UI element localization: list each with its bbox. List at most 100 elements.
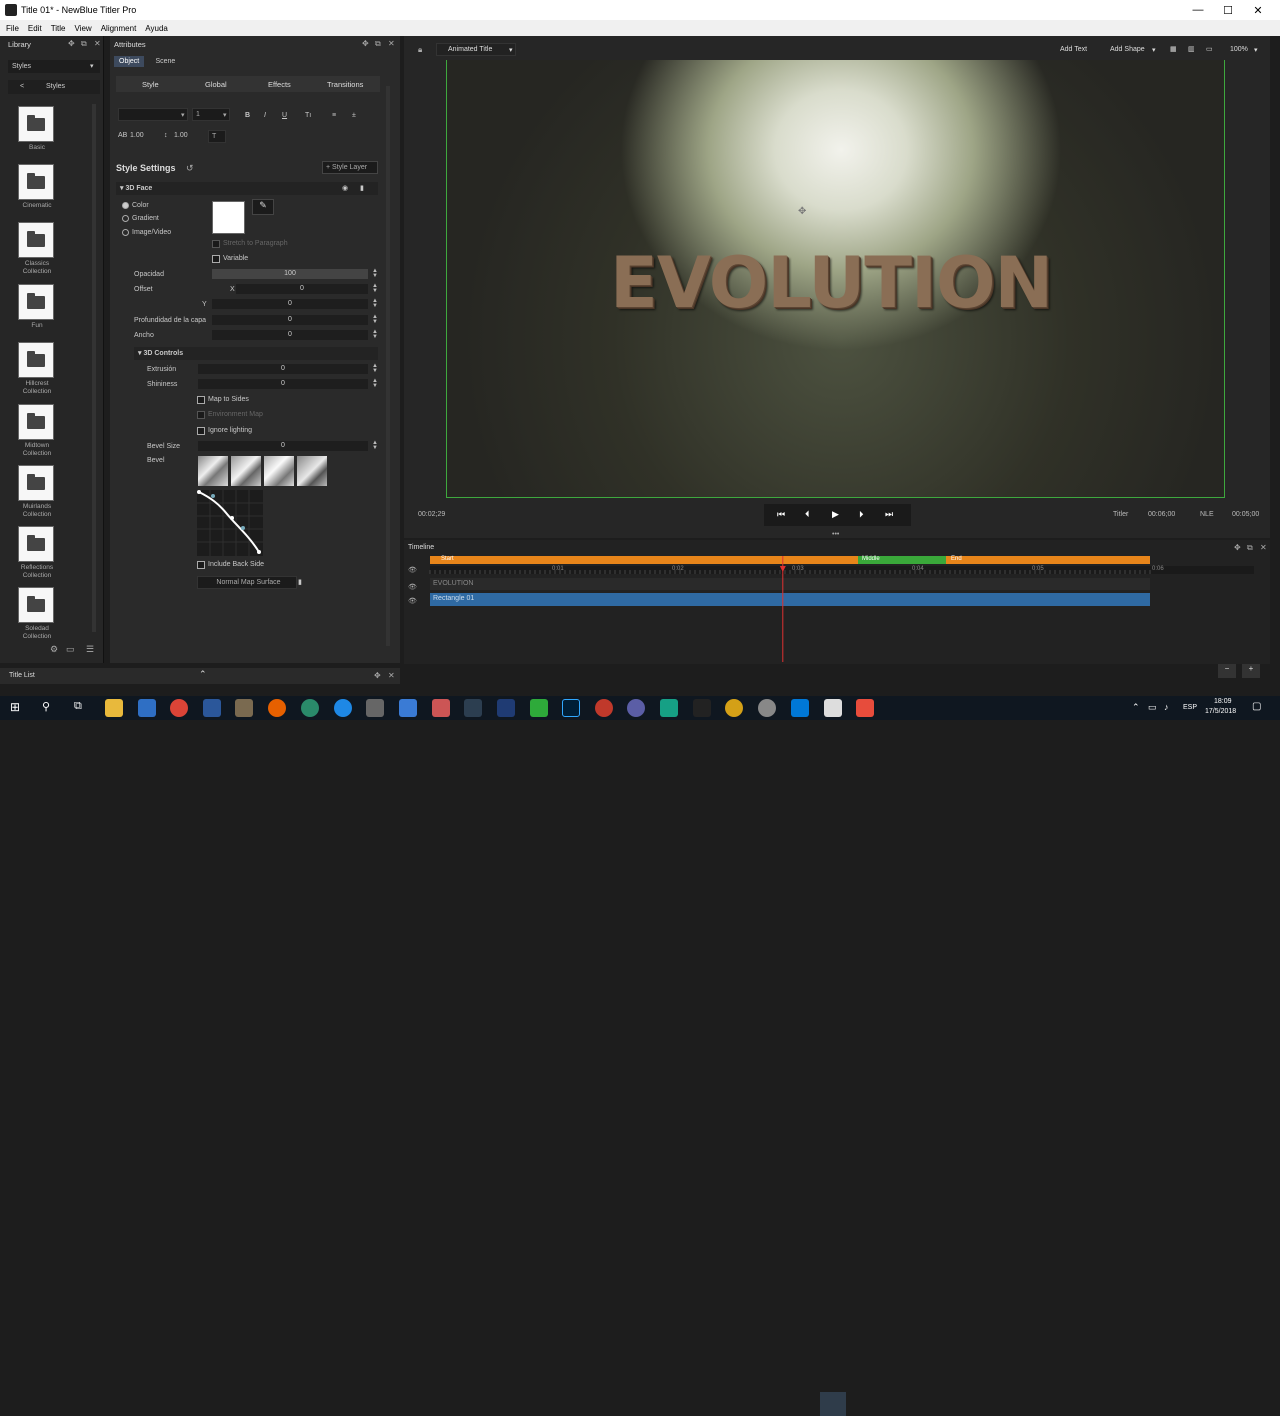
windows-start-icon[interactable]: ⊞ — [10, 700, 20, 714]
close-panel-icon[interactable]: ✕ — [388, 671, 395, 680]
stretch-checkbox[interactable] — [212, 240, 220, 248]
app-icon-13[interactable] — [497, 699, 515, 717]
word-icon[interactable] — [203, 699, 221, 717]
menu-edit[interactable]: Edit — [28, 24, 42, 33]
subtab-transitions[interactable]: Transitions — [327, 80, 363, 89]
align-icon[interactable]: ≡ — [332, 112, 336, 119]
offset-x-stepper[interactable]: ▲ ▼ — [372, 283, 378, 294]
pin-icon[interactable]: ✥ — [68, 39, 75, 48]
app-icon-17[interactable] — [627, 699, 645, 717]
width-stepper[interactable]: ▲ ▼ — [372, 329, 378, 340]
skip-end-icon[interactable]: ⏭ — [885, 509, 893, 520]
subtab-global[interactable]: Global — [205, 80, 227, 89]
variable-checkbox[interactable] — [212, 255, 220, 263]
close-panel-icon[interactable]: ✕ — [1260, 543, 1267, 552]
italic-button[interactable]: I — [264, 112, 266, 119]
app-icon-7[interactable] — [301, 699, 319, 717]
font-size-select[interactable]: 1 ▾ — [192, 108, 230, 121]
underline-button[interactable]: U — [282, 112, 287, 119]
subtab-style[interactable]: Style — [142, 80, 159, 89]
folder-open-icon[interactable]: ▭ — [66, 644, 75, 655]
bevel-preset-1[interactable] — [198, 456, 228, 486]
extrusion-stepper[interactable]: ▲ ▼ — [372, 363, 378, 374]
edge-icon[interactable] — [791, 699, 809, 717]
step-back-icon[interactable]: ⏴ — [805, 509, 810, 520]
radio-image-video[interactable] — [122, 229, 129, 236]
float-icon[interactable]: ⧉ — [1247, 543, 1253, 553]
eye-icon[interactable]: 👁︎ — [408, 583, 417, 591]
title-canvas[interactable]: EVOLUTION ✥ — [446, 60, 1225, 498]
layer-depth-stepper[interactable]: ▲ ▼ — [372, 314, 378, 325]
marker-start[interactable]: Start — [441, 556, 454, 562]
marker-end[interactable]: End — [951, 556, 962, 562]
shininess-field[interactable]: 0 — [198, 379, 368, 389]
chevron-down-icon[interactable]: ▾ — [1152, 46, 1156, 54]
eye-icon[interactable]: 👁︎ — [408, 566, 417, 574]
close-panel-icon[interactable]: ✕ — [388, 39, 395, 48]
chrome-icon[interactable] — [170, 699, 188, 717]
chevron-up-icon[interactable]: ⌃ — [199, 669, 207, 680]
section-3d-controls[interactable]: ▾ 3D Controls — [138, 349, 183, 357]
skip-start-icon[interactable]: ⏮ — [777, 509, 785, 520]
add-text-button[interactable]: Add Text — [1060, 46, 1087, 53]
app-icon-21[interactable] — [758, 699, 776, 717]
clock-time[interactable]: 18:09 — [1214, 698, 1232, 705]
bevel-preset-2[interactable] — [231, 456, 261, 486]
app-icon-9[interactable] — [366, 699, 384, 717]
minimize-button[interactable]: — — [1183, 0, 1213, 20]
pin-icon[interactable]: ✥ — [374, 671, 381, 680]
app-icon-19[interactable] — [693, 699, 711, 717]
visibility-icon[interactable]: ◉ — [342, 184, 348, 192]
menu-alignment[interactable]: Alignment — [101, 24, 137, 33]
bevel-size-stepper[interactable]: ▲ ▼ — [372, 440, 378, 451]
radio-color[interactable] — [122, 202, 129, 209]
language-indicator[interactable]: ESP — [1183, 704, 1197, 711]
app-icon-24[interactable] — [856, 699, 874, 717]
step-forward-icon[interactable]: ⏵ — [859, 509, 864, 520]
offset-y-stepper[interactable]: ▲ ▼ — [372, 298, 378, 309]
resize-handle[interactable]: ••• — [832, 531, 839, 538]
track-label-evolution[interactable]: EVOLUTION — [433, 580, 473, 587]
file-explorer-icon[interactable] — [105, 699, 123, 717]
grid-icon[interactable]: ▦ — [1170, 45, 1177, 53]
library-scrollbar[interactable] — [92, 104, 96, 632]
float-icon[interactable]: ⧉ — [375, 39, 381, 49]
title-mode-select[interactable]: Animated Title ▾ — [436, 43, 516, 56]
normal-map-button[interactable]: Normal Map Surface — [197, 576, 297, 589]
network-icon[interactable]: ▭ — [1148, 702, 1157, 713]
titler-duration[interactable]: 00:06;00 — [1148, 511, 1175, 518]
attributes-scrollbar[interactable] — [386, 86, 390, 646]
titler-pro-icon[interactable] — [824, 699, 842, 717]
library-item-hillcrest[interactable]: Hillcrest Collection — [18, 342, 56, 396]
breadcrumb-styles[interactable]: Styles — [46, 80, 65, 94]
menu-title[interactable]: Title — [51, 24, 66, 33]
chevron-down-icon[interactable]: ▾ — [1254, 46, 1258, 54]
tracking-value[interactable]: 1.00 — [130, 132, 144, 139]
list-view-icon[interactable]: ☰ — [86, 644, 94, 655]
app-icon-20[interactable] — [725, 699, 743, 717]
photoshop-icon[interactable] — [562, 699, 580, 717]
app-icon-16[interactable] — [595, 699, 613, 717]
tray-chevron-icon[interactable]: ⌃ — [1132, 702, 1140, 713]
marker-middle[interactable]: Middle — [862, 556, 880, 562]
bold-button[interactable]: B — [245, 112, 250, 119]
library-item-reflections[interactable]: Reflections Collection — [18, 526, 56, 580]
text-case-icon[interactable]: Tı — [305, 112, 311, 119]
menu-help[interactable]: Ayuda — [145, 24, 168, 33]
offset-y-field[interactable]: 0 — [212, 299, 368, 309]
add-shape-button[interactable]: Add Shape — [1110, 46, 1145, 53]
subtab-effects[interactable]: Effects — [268, 80, 291, 89]
app-icon-11[interactable] — [432, 699, 450, 717]
search-icon[interactable]: ⚲ — [42, 700, 50, 713]
indent-icon[interactable]: ± — [352, 112, 356, 119]
float-icon[interactable]: ⧉ — [81, 39, 87, 49]
eyedropper-icon[interactable]: ✎ — [252, 199, 274, 215]
maximize-button[interactable]: ☐ — [1213, 0, 1243, 20]
lock-icon[interactable]: 🔒︎ — [418, 45, 422, 55]
close-panel-icon[interactable]: ✕ — [94, 39, 101, 48]
monitor-icon[interactable]: ▭ — [1206, 45, 1213, 53]
library-dropdown[interactable]: Styles ▾ — [8, 60, 100, 73]
close-button[interactable]: ✕ — [1243, 0, 1273, 20]
eye-icon[interactable]: 👁︎ — [408, 597, 417, 605]
clock-date[interactable]: 17/5/2018 — [1205, 708, 1236, 715]
